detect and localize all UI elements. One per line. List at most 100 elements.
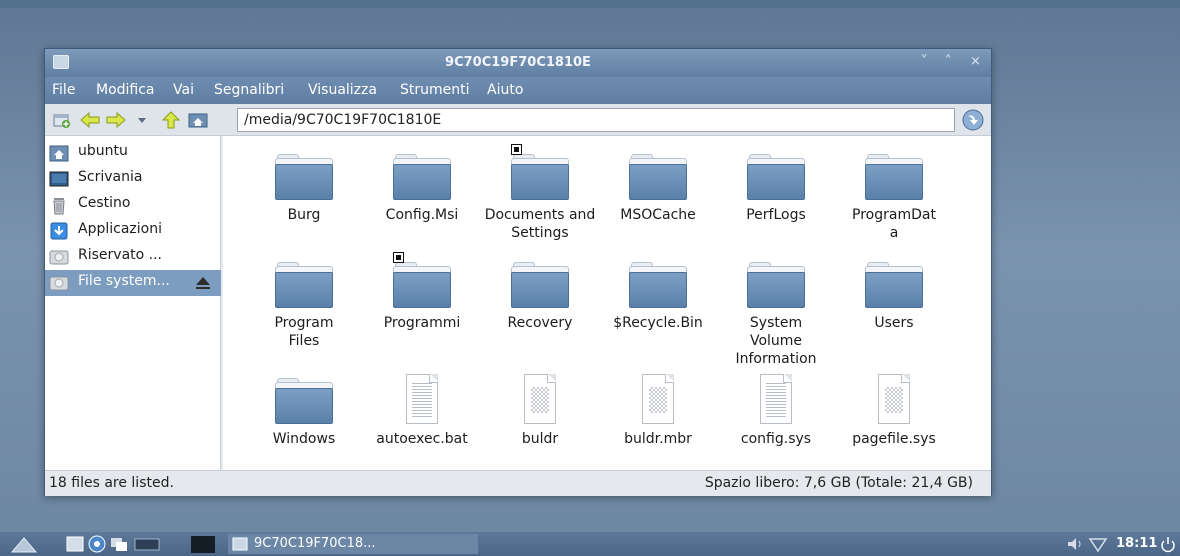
file-name: System Volume Information: [735, 315, 817, 367]
file-item-recovery[interactable]: Recovery: [480, 258, 600, 332]
sidebar-item-scrivania[interactable]: Scrivania: [45, 166, 221, 192]
desktop-icon: [49, 171, 69, 187]
eject-icon[interactable]: [195, 275, 211, 291]
toolbar: [45, 104, 991, 136]
file-count-status: 18 files are listed.: [49, 475, 174, 491]
folder-icon: [393, 150, 451, 200]
binary-file-icon: [629, 374, 687, 424]
applications-icon: [50, 222, 68, 240]
file-item-perflogs[interactable]: PerfLogs: [716, 150, 836, 224]
browser-launcher-icon[interactable]: [88, 535, 106, 553]
menu-modifica[interactable]: Modifica: [96, 82, 155, 98]
file-name: Programmi: [383, 315, 461, 331]
file-name: buldr: [521, 431, 559, 447]
menu-file[interactable]: File: [52, 82, 75, 98]
taskbar-window-button[interactable]: 9C70C19F70C18...: [228, 534, 478, 554]
close-button[interactable]: ×: [970, 54, 981, 69]
file-item-programmi[interactable]: Programmi: [362, 252, 482, 332]
folder-icon: [747, 150, 805, 200]
new-tab-icon[interactable]: [53, 111, 71, 129]
file-item-buldr[interactable]: buldr: [480, 374, 600, 448]
binary-file-icon: [511, 374, 569, 424]
forward-arrow-icon[interactable]: [105, 111, 127, 129]
file-name: ProgramData: [852, 207, 936, 241]
desktop-1-icon[interactable]: [134, 535, 160, 553]
back-arrow-icon[interactable]: [79, 111, 101, 129]
folder-icon: [511, 258, 569, 308]
go-icon[interactable]: [961, 108, 985, 132]
folder-icon: [511, 144, 569, 200]
file-grid: Burg Config.Msi Documents and Settings M…: [223, 136, 991, 470]
file-item-autoexec-bat[interactable]: autoexec.bat: [362, 374, 482, 448]
file-item-windows[interactable]: Windows: [244, 374, 364, 448]
up-arrow-icon[interactable]: [162, 111, 180, 129]
menu-strumenti[interactable]: Strumenti: [400, 82, 470, 98]
sidebar-item-applicazioni[interactable]: Applicazioni: [45, 218, 221, 244]
folder-icon: [275, 150, 333, 200]
file-item-documents-and-settings[interactable]: Documents and Settings: [480, 144, 600, 242]
file-manager-window: 9C70C19F70C1810E ˅ ˄ × File Modifica Vai…: [44, 48, 992, 496]
file-item-pagefile-sys[interactable]: pagefile.sys: [834, 374, 954, 448]
trash-icon: [53, 198, 65, 215]
text-file-icon: [747, 374, 805, 424]
file-name: MSOCache: [620, 207, 696, 223]
sidebar-item-label: Applicazioni: [78, 221, 162, 237]
file-item-users[interactable]: Users: [834, 258, 954, 332]
window-switcher-icon[interactable]: [110, 535, 128, 553]
home-folder-icon[interactable]: [188, 111, 208, 129]
sidebar-item-cestino[interactable]: Cestino: [45, 192, 221, 218]
file-item-recycle-bin[interactable]: $Recycle.Bin: [598, 258, 718, 332]
title-bar[interactable]: 9C70C19F70C1810E ˅ ˄ ×: [45, 49, 991, 77]
folder-icon: [629, 150, 687, 200]
file-item-system-volume-information[interactable]: System Volume Information: [716, 258, 836, 368]
binary-file-icon: [865, 374, 923, 424]
file-name: pagefile.sys: [852, 431, 936, 447]
location-path-input[interactable]: [237, 108, 955, 132]
sidebar-item-riservato[interactable]: Riservato ...: [45, 244, 221, 270]
network-icon[interactable]: [1088, 535, 1108, 553]
sidebar-item-ubuntu[interactable]: ubuntu: [45, 140, 221, 166]
folder-icon: [865, 150, 923, 200]
folder-icon: [747, 258, 805, 308]
maximize-button[interactable]: ˄: [945, 54, 952, 69]
sidebar-item-label: ubuntu: [78, 143, 128, 159]
window-icon: [232, 537, 248, 551]
folder-icon: [629, 258, 687, 308]
file-item-config-sys[interactable]: config.sys: [716, 374, 836, 448]
file-name: config.sys: [740, 431, 812, 447]
menu-aiuto[interactable]: Aiuto: [487, 82, 523, 98]
places-sidebar: ubuntu Scrivania Cestino Applicazioni Ri…: [45, 136, 221, 470]
file-name: Program Files: [274, 315, 334, 349]
power-icon[interactable]: [1160, 535, 1176, 553]
file-item-burg[interactable]: Burg: [244, 150, 364, 224]
volume-icon[interactable]: [1066, 535, 1086, 553]
file-name: autoexec.bat: [376, 431, 468, 447]
minimize-button[interactable]: ˅: [921, 54, 928, 69]
file-name: buldr.mbr: [624, 431, 692, 447]
file-item-programdata[interactable]: ProgramData: [834, 150, 954, 242]
clock[interactable]: 18:11: [1116, 536, 1157, 551]
symlink-badge-icon: [511, 144, 522, 155]
drive-icon: [49, 250, 69, 265]
file-item-config-msi[interactable]: Config.Msi: [362, 150, 482, 224]
menu-visualizza[interactable]: Visualizza: [308, 82, 377, 98]
window-title: 9C70C19F70C1810E: [445, 55, 591, 70]
desktop-2-icon[interactable]: [190, 535, 216, 553]
file-item-program-files[interactable]: Program Files: [244, 258, 364, 350]
file-manager-launcher-icon[interactable]: [66, 535, 84, 553]
history-dropdown-icon[interactable]: [137, 111, 147, 129]
sidebar-item-label: File system...: [78, 273, 170, 289]
file-item-msocache[interactable]: MSOCache: [598, 150, 718, 224]
sidebar-item-label: Scrivania: [78, 169, 143, 185]
status-bar: 18 files are listed. Spazio libero: 7,6 …: [45, 470, 991, 496]
start-menu-icon[interactable]: [10, 535, 38, 553]
menu-segnalibri[interactable]: Segnalibri: [214, 82, 284, 98]
file-name: Documents and Settings: [484, 207, 596, 241]
sidebar-item-label: Riservato ...: [78, 247, 162, 263]
sidebar-item-file-system[interactable]: File system...: [45, 270, 221, 296]
menu-vai[interactable]: Vai: [173, 82, 194, 98]
file-item-buldr-mbr[interactable]: buldr.mbr: [598, 374, 718, 448]
drive-icon: [49, 276, 69, 291]
text-file-icon: [393, 374, 451, 424]
sidebar-item-label: Cestino: [78, 195, 131, 211]
